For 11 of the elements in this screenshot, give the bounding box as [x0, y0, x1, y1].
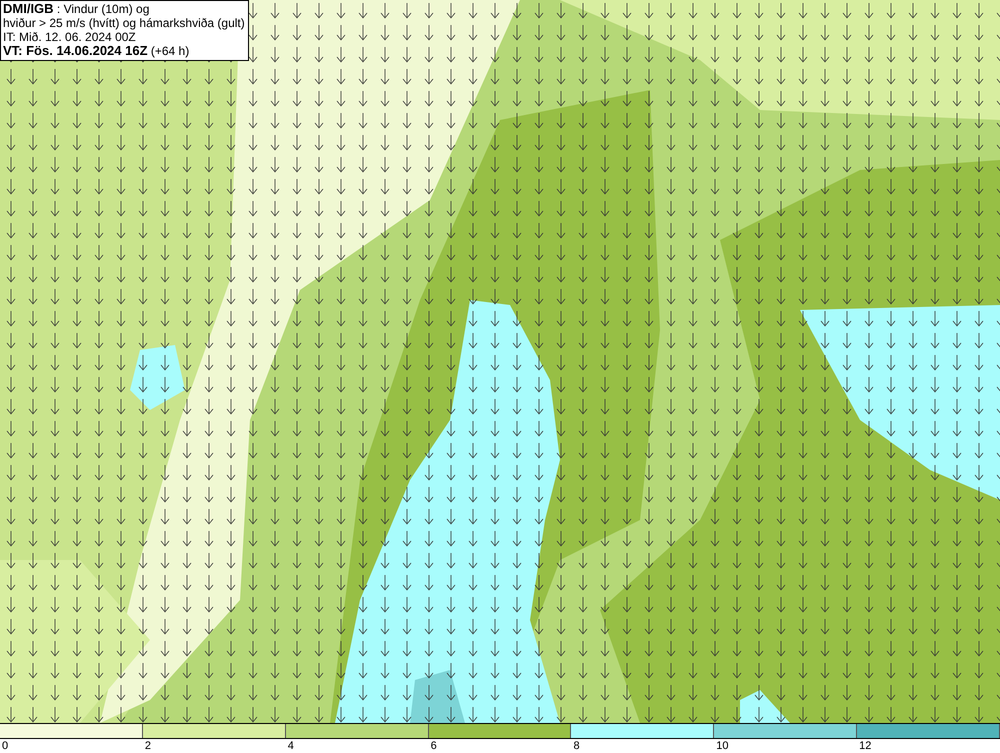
legend-label: 12 — [859, 740, 872, 752]
legend-label: 6 — [430, 740, 437, 752]
legend-label: 8 — [573, 740, 580, 752]
legend-label: 4 — [288, 740, 294, 752]
legend-label: 0 — [2, 740, 8, 752]
legend-label: 10 — [716, 740, 729, 752]
title-text: hviður > 25 m/s (hvítt) og hámarkshviða (gult) — [3, 16, 245, 30]
title-text: IT: Mið. 12. 06. 2024 00Z — [3, 30, 137, 44]
legend-label: 2 — [144, 740, 151, 752]
title-text: DMI/IGB : Vindur (10m) og — [3, 2, 150, 16]
title-text: VT: Fös. 14.06.2024 16Z (+64 h) — [3, 44, 190, 58]
